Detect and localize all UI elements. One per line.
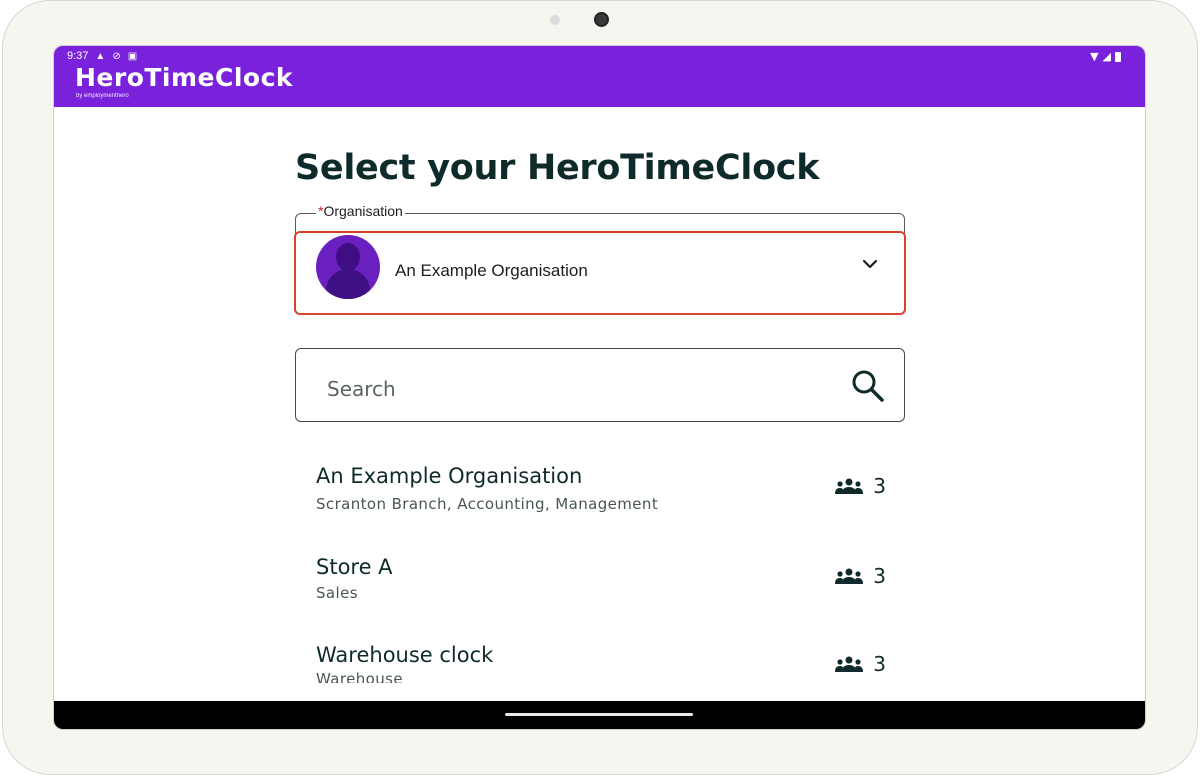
list-item[interactable]: Warehouse clock Warehouse 3 [316, 643, 886, 683]
app-notification-icon: ▣ [127, 50, 138, 62]
search-icon[interactable] [850, 368, 886, 404]
search-input[interactable]: Search [295, 348, 905, 422]
group-icon [835, 568, 864, 584]
warning-icon: ▲ [95, 50, 106, 62]
home-gesture-handle[interactable] [505, 713, 693, 716]
member-count: 3 [835, 652, 886, 676]
signal-icon: ◢ [1102, 50, 1111, 63]
search-placeholder: Search [327, 377, 396, 401]
wifi-icon: ▼ [1090, 50, 1099, 63]
clock-name: Store A [316, 555, 393, 579]
avatar-body-shape [326, 269, 370, 299]
member-count-value: 3 [873, 474, 886, 498]
group-icon [835, 656, 864, 672]
member-count-value: 3 [873, 564, 886, 588]
status-time: 9:37 [67, 50, 89, 62]
organisation-label-text: Organisation [323, 203, 403, 219]
member-count-value: 3 [873, 652, 886, 676]
organisation-dropdown[interactable]: An Example Organisation [294, 231, 906, 315]
sensor-dot [550, 15, 560, 25]
clock-teams: Scranton Branch, Accounting, Management [316, 495, 659, 513]
avatar-head-shape [336, 243, 360, 271]
chevron-down-icon[interactable] [862, 256, 878, 272]
organisation-avatar [316, 235, 380, 299]
clock-teams: Sales [316, 584, 358, 602]
clock-name: An Example Organisation [316, 464, 583, 488]
front-camera [594, 12, 609, 27]
status-bar-left: 9:37 ▲ ⊘ ▣ [67, 50, 137, 62]
member-count: 3 [835, 474, 886, 498]
status-bar-right: ▼ ◢ [1090, 50, 1121, 63]
brand-logo-text: HeroTimeClock [75, 63, 294, 92]
page-title: Select your HeroTimeClock [295, 148, 820, 188]
member-count: 3 [835, 564, 886, 588]
system-navigation-bar [54, 701, 1145, 729]
app-bar: 9:37 ▲ ⊘ ▣ ▼ ◢ HeroTimeClock by employme… [54, 46, 1145, 107]
list-item[interactable]: An Example Organisation Scranton Branch,… [316, 464, 886, 524]
organisation-field-label: *Organisation [316, 203, 405, 219]
organisation-selected-value: An Example Organisation [395, 261, 588, 280]
screen: 9:37 ▲ ⊘ ▣ ▼ ◢ HeroTimeClock by employme… [53, 45, 1146, 730]
group-icon [835, 478, 864, 494]
clock-name: Warehouse clock [316, 643, 494, 667]
battery-icon [1115, 51, 1121, 62]
clock-teams: Warehouse [316, 670, 403, 683]
shield-icon: ⊘ [112, 50, 121, 62]
brand-subtitle: by employmenthero [76, 93, 129, 99]
list-item[interactable]: Store A Sales 3 [316, 555, 886, 615]
